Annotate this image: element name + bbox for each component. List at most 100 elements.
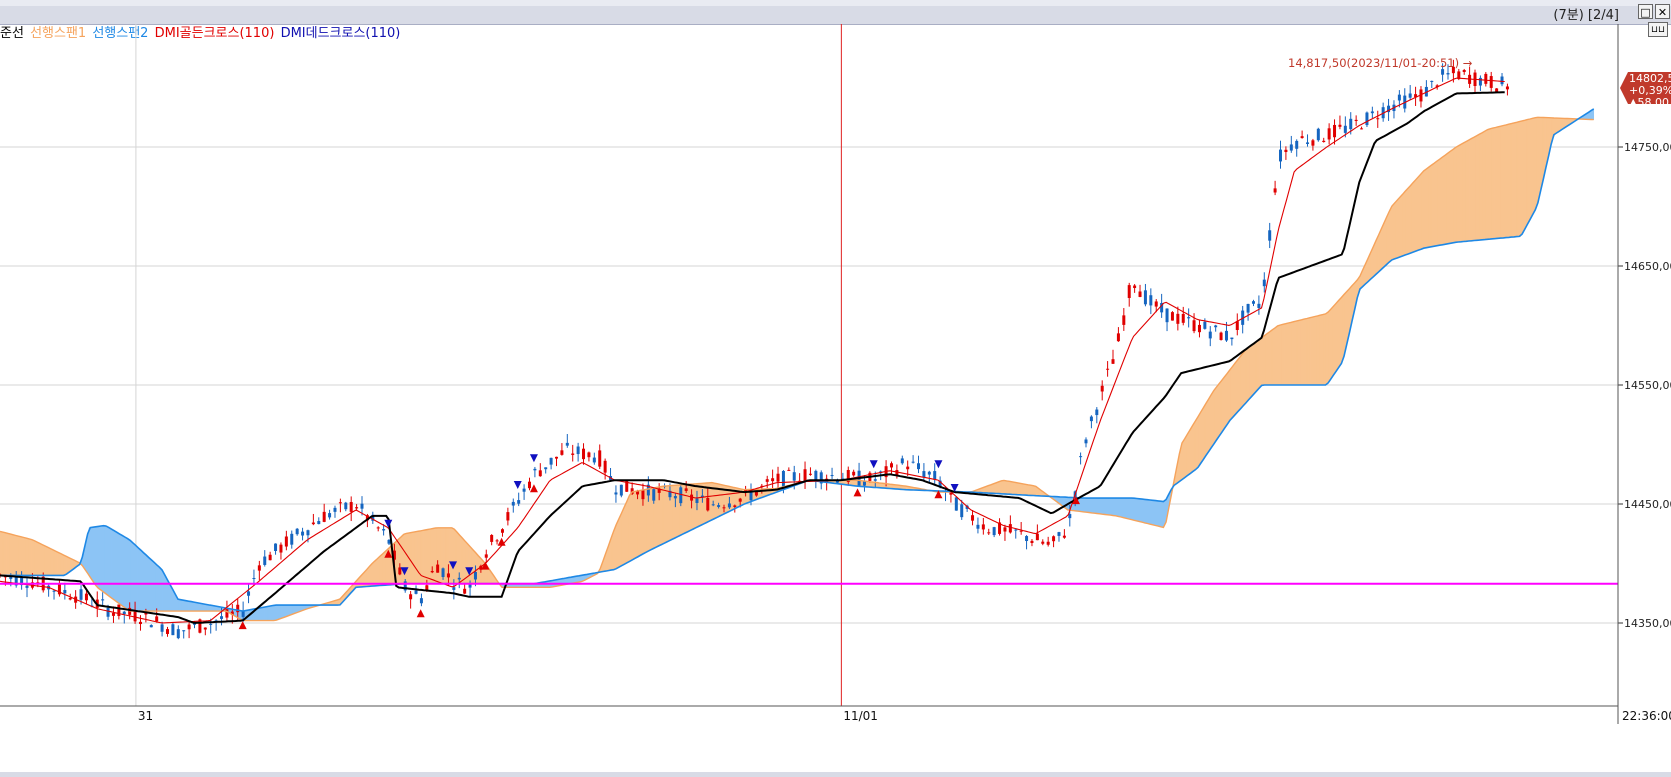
cloud-segment (194, 601, 198, 612)
candle-body (695, 498, 699, 504)
cloud-segment (104, 524, 109, 597)
candle-body (738, 498, 742, 502)
cloud-segment (1462, 140, 1467, 242)
candle-body (500, 529, 504, 533)
candle-body (425, 585, 429, 590)
cloud-segment (1096, 497, 1100, 515)
candle-body (619, 484, 623, 496)
price-chart[interactable]: 14350,00 14450,00 14550,00 14650,00 14750,00… (0, 24, 1671, 774)
candle-body (360, 503, 364, 509)
candle-body (927, 471, 931, 475)
cloud-segment (1134, 497, 1139, 522)
x-tick-label: 11/01 (843, 709, 878, 723)
cloud-segment (143, 551, 147, 612)
cloud-segment (375, 556, 380, 587)
cloud-segment (1188, 425, 1193, 476)
cloud-segment (1118, 497, 1123, 518)
cloud-segment (1469, 137, 1473, 242)
candle-body (1370, 111, 1374, 114)
cloud-segment (697, 483, 702, 528)
close-button[interactable]: ✕ (1655, 4, 1670, 19)
cloud-segment (1140, 498, 1145, 524)
cloud-segment (1089, 497, 1094, 514)
candle-body (1446, 73, 1450, 75)
candle-body (1181, 313, 1185, 323)
cloud-segment (6, 532, 10, 576)
cloud-segment (1526, 118, 1531, 226)
cloud-segment (1003, 480, 1008, 495)
cloud-segment (1185, 430, 1190, 478)
cloud-segment (404, 532, 409, 585)
candle-body (414, 590, 418, 594)
candle-body (263, 556, 267, 565)
candle-body (684, 488, 688, 491)
candle-body (571, 453, 575, 455)
candle-body (549, 457, 553, 465)
cloud-segment (1226, 368, 1231, 426)
cloud-segment (1010, 481, 1014, 495)
candle-body (803, 469, 807, 482)
candle-body (338, 502, 342, 504)
candle-body (733, 505, 737, 507)
candle-body (1143, 290, 1147, 305)
cloud-segment (1309, 316, 1314, 386)
candle-body (1251, 301, 1255, 304)
candle-body (473, 571, 477, 580)
candle-body (311, 522, 315, 525)
candle-body (165, 629, 169, 634)
candle-body (1333, 124, 1337, 138)
candle-body (349, 502, 353, 512)
cloud-segment (1277, 324, 1282, 386)
cloud-segment (455, 530, 460, 585)
candle-body (333, 507, 337, 512)
candle-body (727, 503, 731, 508)
cloud-segment (1411, 179, 1416, 253)
cloud-segment (1108, 497, 1113, 516)
scrollbar[interactable] (0, 772, 1671, 777)
cloud-segment (187, 600, 192, 612)
candle-body (933, 471, 937, 480)
cloud-segment (1249, 343, 1253, 400)
candle-body (679, 487, 683, 504)
candle-body (522, 488, 526, 492)
cloud-segment (1430, 162, 1435, 248)
cloud-segment (627, 491, 632, 563)
cloud-segment (1080, 497, 1085, 513)
buy-signal-icon (529, 484, 538, 493)
candle-body (252, 577, 256, 579)
candle-body (387, 539, 391, 544)
cloud-segment (1099, 497, 1104, 515)
cloud-segment (430, 528, 434, 585)
candle-body (1214, 325, 1218, 328)
cloud-segment (1153, 500, 1158, 527)
candle-body (1338, 124, 1342, 127)
cloud-segment (136, 546, 141, 612)
cloud-segment (1268, 329, 1273, 386)
cloud-segment (1312, 315, 1317, 386)
cloud-segment (1306, 317, 1311, 386)
cloud-segment (0, 531, 4, 576)
x-tick-label: 31 (138, 709, 153, 723)
candle-body (301, 531, 305, 536)
cloud-segment (1281, 323, 1285, 386)
cloud-segment (452, 527, 457, 585)
cloud-segment (1214, 384, 1218, 445)
candle-body (1289, 144, 1293, 151)
cloud-segment (111, 528, 116, 601)
candle-body (52, 590, 56, 592)
candle-body (268, 554, 272, 561)
cloud-segment (1220, 376, 1225, 435)
cloud-segment (1233, 360, 1238, 418)
restore-button[interactable]: □ (1638, 4, 1653, 19)
cloud-segment (433, 527, 437, 585)
cloud-segment (1006, 480, 1011, 495)
candle-body (279, 544, 283, 553)
candle-body (906, 466, 910, 470)
candle-body (1495, 88, 1499, 92)
cloud-segment (1389, 203, 1394, 263)
candle-body (1295, 140, 1299, 149)
candle-body (484, 554, 488, 558)
cloud-segment (379, 553, 383, 586)
candle-body (284, 536, 288, 547)
cloud-segment (1207, 393, 1212, 454)
